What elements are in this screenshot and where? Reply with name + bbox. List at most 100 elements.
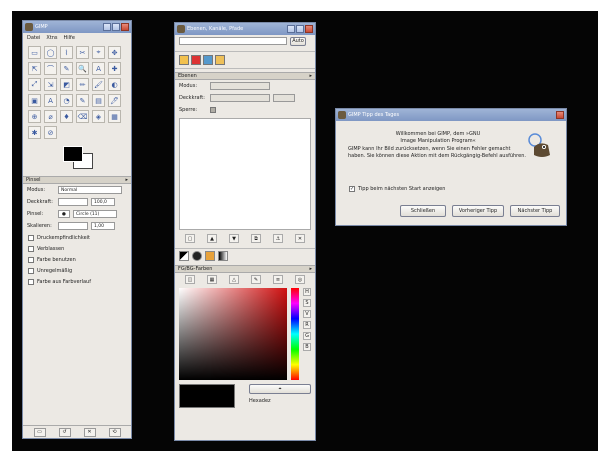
checkbox-box[interactable]: [28, 256, 34, 263]
panel-menu-icon[interactable]: ▸: [125, 177, 128, 183]
layer-mode-select[interactable]: [210, 82, 270, 90]
checkbox-box[interactable]: [28, 245, 34, 252]
foreground-color[interactable]: [63, 146, 83, 162]
restore-options-icon[interactable]: ↺: [58, 427, 71, 437]
anchor-layer-icon[interactable]: ⚓: [273, 234, 283, 243]
brush-preview[interactable]: ●: [58, 210, 70, 218]
dock-titlebar[interactable]: Ebenen, Kanäle, Pfade: [175, 23, 315, 35]
wheel-selector-icon[interactable]: ◎: [295, 275, 305, 284]
save-options-icon[interactable]: ▭: [33, 427, 46, 437]
checkbox-gradient[interactable]: Farbe aus Farbverlauf: [23, 276, 131, 287]
tool-button-icon[interactable]: ⌖: [92, 46, 105, 59]
checkbox-use-color[interactable]: Farbe benutzen: [23, 254, 131, 265]
tool-button-icon[interactable]: ⊕: [28, 110, 41, 123]
close-icon[interactable]: [121, 23, 129, 31]
current-color-preview[interactable]: [179, 384, 235, 408]
cmyk-selector-icon[interactable]: ▦: [207, 275, 217, 284]
channel-g-icon[interactable]: G: [303, 332, 311, 340]
tool-button-icon[interactable]: ✎: [60, 62, 73, 75]
lock-checkbox[interactable]: [210, 107, 216, 113]
tool-button-icon[interactable]: ⇲: [44, 78, 57, 91]
menu-help[interactable]: Hilfe: [64, 35, 75, 41]
tool-button-icon[interactable]: ⌫: [76, 110, 89, 123]
previous-tip-button[interactable]: Vorheriger Tipp: [452, 205, 504, 217]
checkbox-box[interactable]: [28, 278, 34, 285]
tab-channels-icon[interactable]: [191, 55, 201, 65]
tab-brushes-icon[interactable]: [192, 251, 202, 261]
layers-list[interactable]: [179, 118, 311, 230]
maximize-icon[interactable]: [296, 25, 304, 33]
layer-opacity-slider[interactable]: [210, 94, 270, 102]
channel-r-icon[interactable]: R: [303, 321, 311, 329]
delete-options-icon[interactable]: ✕: [83, 427, 96, 437]
tab-layers-icon[interactable]: [179, 55, 189, 65]
tool-button-icon[interactable]: ⤢: [28, 78, 41, 91]
tool-button-icon[interactable]: ✎: [76, 94, 89, 107]
tool-button-icon[interactable]: ▣: [28, 94, 41, 107]
tool-button-icon[interactable]: ✚: [108, 62, 121, 75]
close-icon[interactable]: [305, 25, 313, 33]
scale-slider[interactable]: [58, 222, 88, 230]
menu-file[interactable]: Datei: [27, 35, 40, 41]
panel-menu-icon[interactable]: ▸: [309, 73, 312, 79]
image-select[interactable]: [179, 37, 287, 45]
opacity-slider[interactable]: [58, 198, 88, 206]
color-picker-button[interactable]: ⌖: [249, 384, 311, 394]
tool-button-icon[interactable]: ✏: [76, 78, 89, 91]
tool-button-icon[interactable]: A: [92, 62, 105, 75]
raise-layer-icon[interactable]: ▲: [207, 234, 217, 243]
tool-button-icon[interactable]: ▤: [92, 94, 105, 107]
menu-xtns[interactable]: Xtns: [46, 35, 57, 41]
delete-layer-icon[interactable]: ✕: [295, 234, 305, 243]
scale-field[interactable]: 1,00: [91, 222, 115, 230]
gimp-selector-icon[interactable]: ◫: [185, 275, 195, 284]
mode-select[interactable]: Normal: [58, 186, 122, 194]
tool-button-icon[interactable]: ◯: [44, 46, 57, 59]
tool-button-icon[interactable]: ♦: [60, 110, 73, 123]
tab-paths-icon[interactable]: [203, 55, 213, 65]
tool-button-icon[interactable]: ✱: [28, 126, 41, 139]
auto-button[interactable]: Auto: [290, 36, 306, 46]
close-button[interactable]: Schließen: [400, 205, 446, 217]
show-tip-checkbox[interactable]: ✓: [349, 185, 355, 192]
new-layer-icon[interactable]: ▢: [185, 234, 195, 243]
tool-button-icon[interactable]: ◈: [92, 110, 105, 123]
tool-button-icon[interactable]: ▭: [28, 46, 41, 59]
hue-strip[interactable]: [291, 288, 299, 380]
duplicate-layer-icon[interactable]: ⧉: [251, 234, 261, 243]
channel-s-icon[interactable]: S: [303, 299, 311, 307]
tool-button-icon[interactable]: 🖊: [108, 94, 121, 107]
channel-b-icon[interactable]: B: [303, 343, 311, 351]
close-icon[interactable]: [556, 111, 564, 119]
tool-button-icon[interactable]: ▦: [108, 110, 121, 123]
tab-undo-icon[interactable]: [215, 55, 225, 65]
channel-h-icon[interactable]: H: [303, 288, 311, 296]
tool-button-icon[interactable]: ⌇: [60, 46, 73, 59]
lower-layer-icon[interactable]: ▼: [229, 234, 239, 243]
checkbox-jitter[interactable]: Unregelmäßig: [23, 265, 131, 276]
tool-button-icon[interactable]: A: [44, 94, 57, 107]
tip-titlebar[interactable]: GIMP Tipp des Tages: [336, 109, 566, 121]
triangle-selector-icon[interactable]: △: [229, 275, 239, 284]
channel-v-icon[interactable]: V: [303, 310, 311, 318]
show-tip-row[interactable]: ✓ Tipp beim nächsten Start anzeigen: [344, 183, 450, 194]
checkbox-pressure[interactable]: Druckempfindlichkeit: [23, 232, 131, 243]
tool-button-icon[interactable]: ⊘: [44, 126, 57, 139]
tool-button-icon[interactable]: ⇱: [28, 62, 41, 75]
tool-button-icon[interactable]: ✂: [76, 46, 89, 59]
scales-selector-icon[interactable]: ≡: [273, 275, 283, 284]
maximize-icon[interactable]: [112, 23, 120, 31]
checkbox-box[interactable]: [28, 267, 34, 274]
watercolor-selector-icon[interactable]: ✎: [251, 275, 261, 284]
tool-button-icon[interactable]: 🖌: [92, 78, 105, 91]
tab-gradients-icon[interactable]: [218, 251, 228, 261]
tool-button-icon[interactable]: ⌒: [44, 62, 57, 75]
tool-button-icon[interactable]: ◩: [60, 78, 73, 91]
tool-button-icon[interactable]: 🔍: [76, 62, 89, 75]
tool-button-icon[interactable]: ◐: [108, 78, 121, 91]
minimize-icon[interactable]: [103, 23, 111, 31]
tab-fgbg-icon[interactable]: [179, 251, 189, 261]
panel-menu-icon[interactable]: ▸: [309, 266, 312, 272]
tab-patterns-icon[interactable]: [205, 251, 215, 261]
checkbox-fade[interactable]: Verblassen: [23, 243, 131, 254]
